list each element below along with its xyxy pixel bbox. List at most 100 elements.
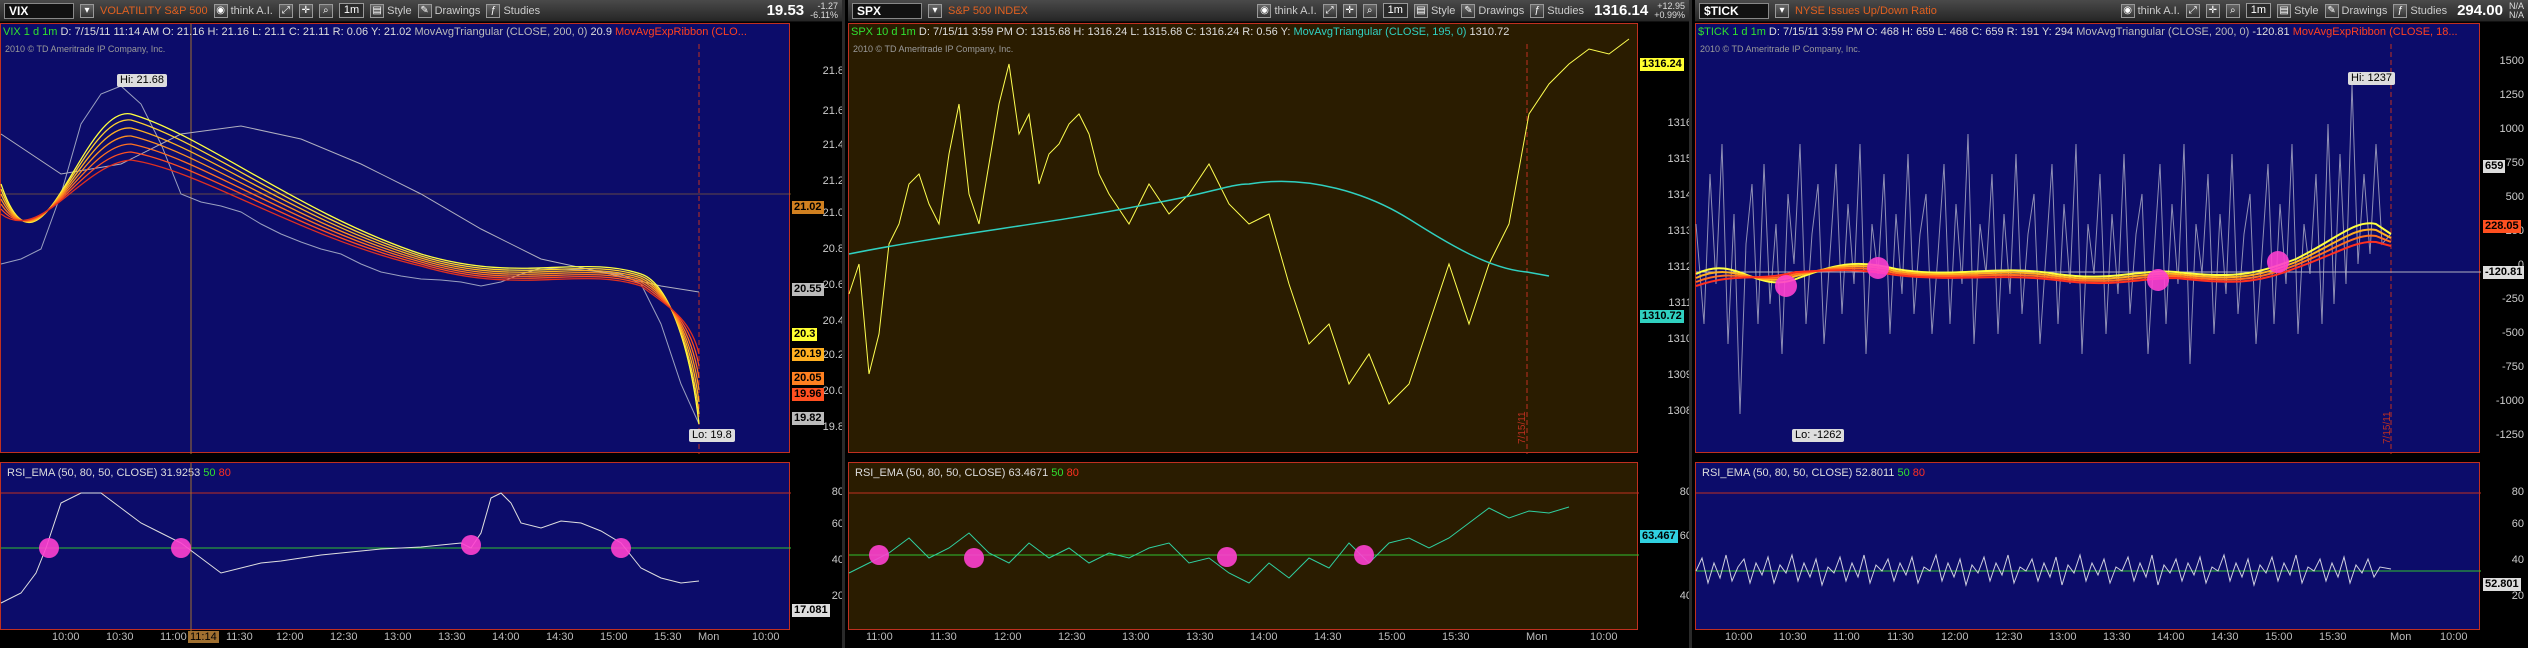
spx-time-axis: 11:00 11:30 12:00 12:30 13:00 13:30 14:0… bbox=[866, 631, 1618, 643]
studies-icon: ƒ bbox=[2393, 3, 2408, 18]
symbol-description: S&P 500 INDEX bbox=[948, 4, 1028, 17]
price-tag: 659 bbox=[2483, 160, 2506, 173]
think-ai-icon: ◉ bbox=[2120, 3, 2135, 18]
studies-button[interactable]: ƒ Studies bbox=[2393, 3, 2447, 18]
style-icon: ▤ bbox=[1413, 3, 1428, 18]
price-tag: 20.55 bbox=[792, 283, 824, 296]
symbol-input[interactable]: VIX bbox=[4, 2, 74, 19]
tick-rsi-axis: 80 60 40 20 bbox=[2511, 486, 2524, 602]
chart-info-line: $TICK 1 d 1m D: 7/15/11 3:59 PM O: 468 H… bbox=[1698, 26, 2458, 38]
drawings-button[interactable]: ✎ Drawings bbox=[1461, 3, 1524, 18]
think-ai-icon: ◉ bbox=[213, 3, 228, 18]
zoom-icon[interactable]: ⌕ bbox=[318, 3, 333, 18]
link-icon[interactable]: ⤢ bbox=[278, 3, 293, 18]
price-tag: 20.3 bbox=[792, 328, 818, 341]
tick-rsi-panel[interactable]: RSI_EMA (50, 80, 50, CLOSE) 52.8011 50 8… bbox=[1695, 462, 2481, 630]
price-tag: 1310.72 bbox=[1640, 310, 1684, 323]
dropdown-arrow-icon[interactable]: ▾ bbox=[80, 3, 94, 18]
spx-price-chart[interactable]: SPX 10 d 1m D: 7/15/11 3:59 PM O: 1315.6… bbox=[848, 23, 1638, 454]
style-button[interactable]: ▤ Style bbox=[2277, 3, 2319, 18]
spx-rsi-plot bbox=[848, 492, 1639, 584]
tick-price-axis: 1500 1250 1000 750 500 250 0 -250 -500 -… bbox=[2495, 55, 2524, 441]
last-price: 19.53 bbox=[766, 2, 805, 19]
price-tag: 19.96 bbox=[792, 388, 824, 401]
style-icon: ▤ bbox=[370, 3, 385, 18]
price-tag: -120.81 bbox=[2483, 266, 2525, 279]
symbol-input[interactable]: SPX bbox=[852, 2, 922, 19]
tick-price-chart[interactable]: $TICK 1 d 1m D: 7/15/11 3:59 PM O: 468 H… bbox=[1695, 23, 2481, 454]
studies-icon: ƒ bbox=[486, 3, 501, 18]
vix-rsi-panel[interactable]: RSI_EMA (50, 80, 50, CLOSE) 31.9253 50 8… bbox=[0, 462, 791, 631]
rsi-value-tag: 52.801 bbox=[2483, 578, 2521, 591]
chart-info-line: VIX 1 d 1m D: 7/15/11 11:14 AM O: 21.16 … bbox=[3, 26, 747, 38]
spx-price-axis: 1316 1315 1314 1313 1312 1311 1310 1309 … bbox=[1667, 117, 1692, 417]
price-tag: 1316.24 bbox=[1640, 58, 1684, 71]
copyright-text: 2010 © TD Ameritrade IP Company, Inc. bbox=[5, 44, 166, 54]
think-ai-button[interactable]: ◉ think A.I. bbox=[213, 3, 273, 18]
vix-price-chart[interactable]: VIX 1 d 1m D: 7/15/11 11:14 AM O: 21.16 … bbox=[0, 23, 791, 454]
crosshair-icon[interactable]: ✛ bbox=[298, 3, 313, 18]
style-icon: ▤ bbox=[2277, 3, 2292, 18]
tick-rsi-plot bbox=[1695, 492, 2481, 587]
last-price: 294.00 bbox=[2457, 2, 2503, 19]
spx-rsi-axis: 80 60 40 bbox=[1679, 486, 1692, 602]
vix-rsi-plot bbox=[0, 463, 791, 631]
spx-panel: SPX ▾ S&P 500 INDEX ◉ think A.I. ⤢ ✛ ⌕ 1m… bbox=[848, 0, 1692, 648]
copyright-text: 2010 © TD Ameritrade IP Company, Inc. bbox=[1700, 44, 1861, 54]
link-icon[interactable]: ⤢ bbox=[2185, 3, 2200, 18]
vix-plot bbox=[0, 24, 791, 454]
style-button[interactable]: ▤ Style bbox=[370, 3, 412, 18]
rsi-value-tag: 63.467 bbox=[1640, 530, 1678, 543]
tick-panel: $TICK ▾ NYSE Issues Up/Down Ratio ◉ think… bbox=[1695, 0, 2528, 648]
think-ai-icon: ◉ bbox=[1257, 3, 1272, 18]
dropdown-arrow-icon[interactable]: ▾ bbox=[1775, 3, 1789, 18]
rsi-value-tag: 17.081 bbox=[792, 604, 830, 617]
timeframe-button[interactable]: 1m bbox=[338, 3, 365, 18]
symbol-description: NYSE Issues Up/Down Ratio bbox=[1795, 4, 1937, 17]
tick-plot bbox=[1695, 44, 2481, 454]
zoom-icon[interactable]: ⌕ bbox=[1362, 3, 1377, 18]
tick-toolbar: $TICK ▾ NYSE Issues Up/Down Ratio ◉ think… bbox=[1695, 0, 2528, 22]
drawings-icon: ✎ bbox=[417, 3, 432, 18]
dropdown-arrow-icon[interactable]: ▾ bbox=[928, 3, 942, 18]
vix-toolbar: VIX ▾ VOLATILITY S&P 500 ◉ think A.I. ⤢ ✛… bbox=[0, 0, 842, 22]
symbol-description: VOLATILITY S&P 500 bbox=[100, 4, 208, 17]
studies-icon: ƒ bbox=[1530, 3, 1545, 18]
spx-rsi-panel[interactable]: RSI_EMA (50, 80, 50, CLOSE) 63.4671 50 8… bbox=[848, 462, 1639, 630]
drawings-button[interactable]: ✎ Drawings bbox=[417, 3, 480, 18]
tick-time-axis: 10:00 10:30 11:00 11:30 12:00 12:30 13:0… bbox=[1725, 631, 2468, 643]
price-tag: 21.02 bbox=[792, 201, 824, 214]
crosshair-icon[interactable]: ✛ bbox=[1342, 3, 1357, 18]
studies-button[interactable]: ƒ Studies bbox=[486, 3, 540, 18]
high-label: Hi: 1237 bbox=[2348, 72, 2395, 85]
net-change: +12.95 +0.99% bbox=[1654, 0, 1685, 20]
price-tag: 20.19 bbox=[792, 348, 824, 361]
spx-plot bbox=[848, 38, 1630, 454]
spx-toolbar: SPX ▾ S&P 500 INDEX ◉ think A.I. ⤢ ✛ ⌕ 1m… bbox=[848, 0, 1689, 22]
zoom-icon[interactable]: ⌕ bbox=[2225, 3, 2240, 18]
date-marker: 7/15/11 bbox=[2382, 411, 2393, 444]
timeframe-button[interactable]: 1m bbox=[1382, 3, 1408, 18]
price-tag: 228.05 bbox=[2483, 220, 2521, 233]
chart-info-line: SPX 10 d 1m D: 7/15/11 3:59 PM O: 1315.6… bbox=[851, 26, 1510, 38]
low-label: Lo: -1262 bbox=[1792, 429, 1845, 442]
timeframe-button[interactable]: 1m bbox=[2245, 3, 2272, 18]
drawings-icon: ✎ bbox=[1461, 3, 1476, 18]
link-icon[interactable]: ⤢ bbox=[1322, 3, 1337, 18]
vix-panel: VIX ▾ VOLATILITY S&P 500 ◉ think A.I. ⤢ ✛… bbox=[0, 0, 845, 648]
date-marker: 7/15/11 bbox=[1517, 411, 1528, 444]
low-label: Lo: 19.8 bbox=[689, 429, 735, 442]
think-ai-button[interactable]: ◉ think A.I. bbox=[2120, 3, 2180, 18]
net-change: -1.27 -6.11% bbox=[810, 0, 838, 20]
crosshair-icon[interactable]: ✛ bbox=[2205, 3, 2220, 18]
drawings-button[interactable]: ✎ Drawings bbox=[2324, 3, 2387, 18]
think-ai-button[interactable]: ◉ think A.I. bbox=[1257, 3, 1317, 18]
symbol-input[interactable]: $TICK bbox=[1699, 2, 1769, 19]
vix-time-axis: 10:00 10:30 11:00 11:14 11:30 12:00 12:3… bbox=[52, 631, 780, 643]
net-change: N/A N/A bbox=[2508, 0, 2524, 20]
studies-button[interactable]: ƒ Studies bbox=[1530, 3, 1584, 18]
style-button[interactable]: ▤ Style bbox=[1413, 3, 1455, 18]
last-price: 1316.14 bbox=[1593, 2, 1649, 19]
high-label: Hi: 21.68 bbox=[117, 74, 168, 87]
drawings-icon: ✎ bbox=[2324, 3, 2339, 18]
